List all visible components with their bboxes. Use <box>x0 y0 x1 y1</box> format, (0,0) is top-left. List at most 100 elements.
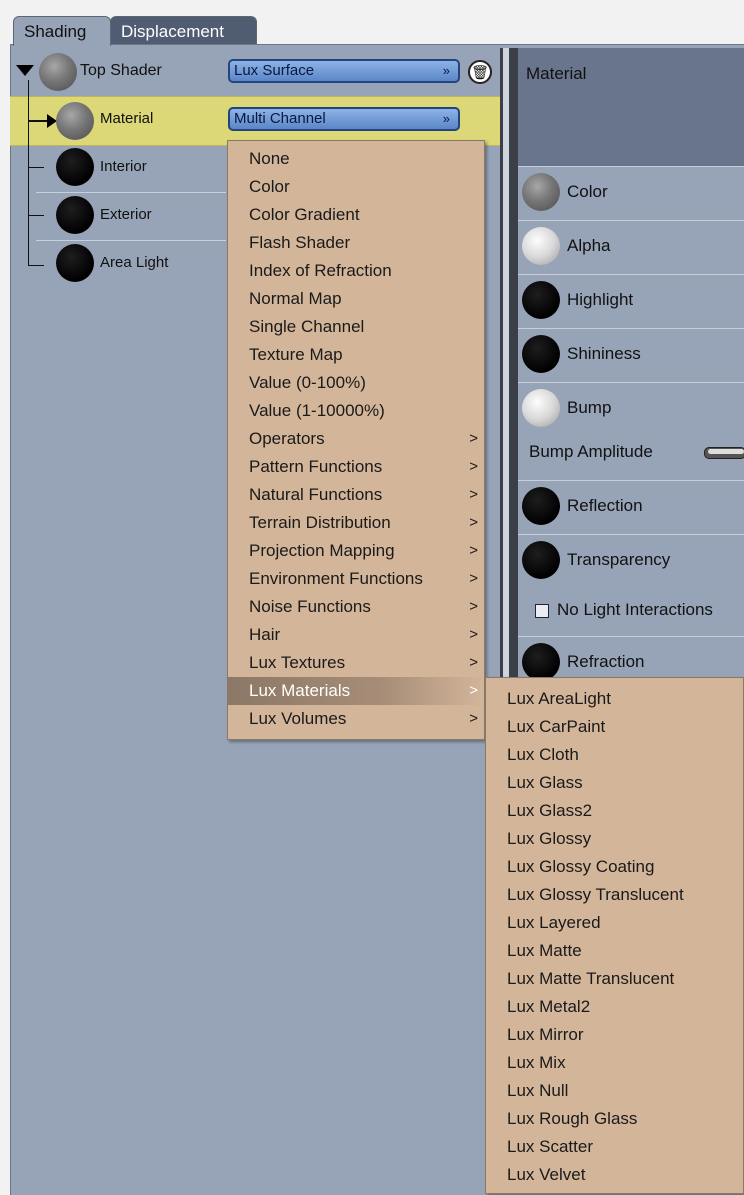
submenu-item[interactable]: Lux Glossy <box>486 825 743 853</box>
menu-item[interactable]: Value (1-10000%) <box>228 397 484 425</box>
menu-item[interactable]: Pattern Functions > <box>228 453 484 481</box>
submenu-item[interactable]: Lux CarPaint <box>486 713 743 741</box>
submenu-item[interactable]: Lux Glass2 <box>486 797 743 825</box>
menu-item[interactable]: Value (0-100%) <box>228 369 484 397</box>
menu-item[interactable]: Projection Mapping > <box>228 537 484 565</box>
no-light-interactions-checkbox[interactable] <box>535 604 549 618</box>
menu-item[interactable]: Noise Functions > <box>228 593 484 621</box>
highlight-preview[interactable] <box>522 281 560 319</box>
channel-label: Alpha <box>567 236 611 255</box>
menu-item[interactable]: Terrain Distribution > <box>228 509 484 537</box>
top-shader-dropdown[interactable]: Lux Surface » <box>228 59 460 83</box>
area-light-preview <box>56 244 94 282</box>
menu-item[interactable]: Texture Map <box>228 341 484 369</box>
material-header: Material <box>518 48 744 166</box>
channel-label: Highlight <box>567 290 634 309</box>
expand-triangle-icon[interactable] <box>16 65 34 76</box>
submenu-item[interactable]: Lux Layered <box>486 909 743 937</box>
menu-item-label: Lux Volumes <box>249 709 347 728</box>
submenu-item[interactable]: Lux Scatter <box>486 1133 743 1161</box>
menu-item-label: Terrain Distribution <box>249 513 391 532</box>
channel-color[interactable]: Color <box>518 166 744 219</box>
reflection-preview[interactable] <box>522 487 560 525</box>
menu-item-label: Texture Map <box>249 345 343 364</box>
submenu-item[interactable]: Lux Matte Translucent <box>486 965 743 993</box>
submenu-arrow-icon: > <box>469 654 478 671</box>
color-preview[interactable] <box>522 173 560 211</box>
menu-item[interactable]: Single Channel <box>228 313 484 341</box>
channel-label: Bump <box>567 398 612 417</box>
double-chevron-icon: » <box>442 63 450 78</box>
menu-item-label: Lux Materials <box>249 681 351 700</box>
menu-item-label: Pattern Functions <box>249 457 383 476</box>
menu-item[interactable]: Flash Shader <box>228 229 484 257</box>
submenu-item[interactable]: Lux Matte <box>486 937 743 965</box>
menu-item[interactable]: Lux Materials > <box>228 677 484 705</box>
interior-preview <box>56 148 94 186</box>
channel-highlight[interactable]: Highlight <box>518 274 744 327</box>
submenu-item-label: Lux Glass2 <box>507 801 593 820</box>
menu-item[interactable]: Color <box>228 173 484 201</box>
material-preview <box>56 102 94 140</box>
submenu-item-label: Lux AreaLight <box>507 689 611 708</box>
submenu-item-label: Lux Scatter <box>507 1137 593 1156</box>
menu-item[interactable]: Natural Functions > <box>228 481 484 509</box>
submenu-item[interactable]: Lux Glossy Coating <box>486 853 743 881</box>
submenu-item[interactable]: Lux Metal2 <box>486 993 743 1021</box>
material-header-title: Material <box>526 64 587 83</box>
submenu-item[interactable]: Lux Mirror <box>486 1021 743 1049</box>
submenu-item[interactable]: Lux Null <box>486 1077 743 1105</box>
submenu-arrow-icon: > <box>469 570 478 587</box>
transparency-preview[interactable] <box>522 541 560 579</box>
material-dropdown[interactable]: Multi Channel » <box>228 107 460 131</box>
shininess-preview[interactable] <box>522 335 560 373</box>
exterior-label: Exterior <box>100 206 152 223</box>
channel-label: Color <box>567 182 608 201</box>
channel-alpha[interactable]: Alpha <box>518 220 744 273</box>
slider-knob[interactable] <box>708 449 744 454</box>
menu-item-label: Single Channel <box>249 317 365 336</box>
submenu-item-label: Lux Glossy <box>507 829 592 848</box>
menu-item[interactable]: Normal Map <box>228 285 484 313</box>
menu-item[interactable]: Environment Functions > <box>228 565 484 593</box>
submenu-item[interactable]: Lux Mix <box>486 1049 743 1077</box>
menu-item-label: Lux Textures <box>249 653 346 672</box>
refraction-preview[interactable] <box>522 643 560 681</box>
submenu-arrow-icon: > <box>469 626 478 643</box>
submenu-item[interactable]: Lux Cloth <box>486 741 743 769</box>
submenu-item-label: Lux Matte Translucent <box>507 969 675 988</box>
menu-item[interactable]: Lux Textures > <box>228 649 484 677</box>
node-type-menu: None Color Color Gradient Flash Shader Index… <box>227 140 485 740</box>
menu-item[interactable]: Index of Refraction <box>228 257 484 285</box>
no-light-interactions-label: No Light Interactions <box>557 600 713 619</box>
menu-item[interactable]: Lux Volumes > <box>228 705 484 733</box>
channel-shininess[interactable]: Shininess <box>518 328 744 381</box>
submenu-arrow-icon: > <box>469 486 478 503</box>
alpha-preview[interactable] <box>522 227 560 265</box>
menu-item-label: Color <box>249 177 290 196</box>
tab-shading[interactable]: Shading <box>13 16 111 46</box>
submenu-item[interactable]: Lux Rough Glass <box>486 1105 743 1133</box>
channel-reflection[interactable]: Reflection <box>518 480 744 533</box>
tab-displacement[interactable]: Displacement <box>110 16 257 44</box>
submenu-item[interactable]: Lux Glossy Translucent <box>486 881 743 909</box>
exterior-preview <box>56 196 94 234</box>
submenu-arrow-icon: > <box>469 458 478 475</box>
submenu-item-label: Lux CarPaint <box>507 717 606 736</box>
trash-icon[interactable]: 🗑 <box>468 60 492 84</box>
submenu-item[interactable]: Lux AreaLight <box>486 685 743 713</box>
channel-label: Reflection <box>567 496 643 515</box>
submenu-item-label: Lux Mix <box>507 1053 566 1072</box>
bump-preview[interactable] <box>522 389 560 427</box>
submenu-arrow-icon: > <box>469 682 478 699</box>
submenu-arrow-icon: > <box>469 598 478 615</box>
menu-item-label: Index of Refraction <box>249 261 392 280</box>
submenu-item[interactable]: Lux Glass <box>486 769 743 797</box>
menu-item[interactable]: Hair > <box>228 621 484 649</box>
menu-item-label: Noise Functions <box>249 597 371 616</box>
menu-item[interactable]: Operators > <box>228 425 484 453</box>
submenu-item[interactable]: Lux Velvet <box>486 1161 743 1189</box>
menu-item[interactable]: Color Gradient <box>228 201 484 229</box>
menu-item[interactable]: None <box>228 145 484 173</box>
menu-item-label: Projection Mapping <box>249 541 395 560</box>
